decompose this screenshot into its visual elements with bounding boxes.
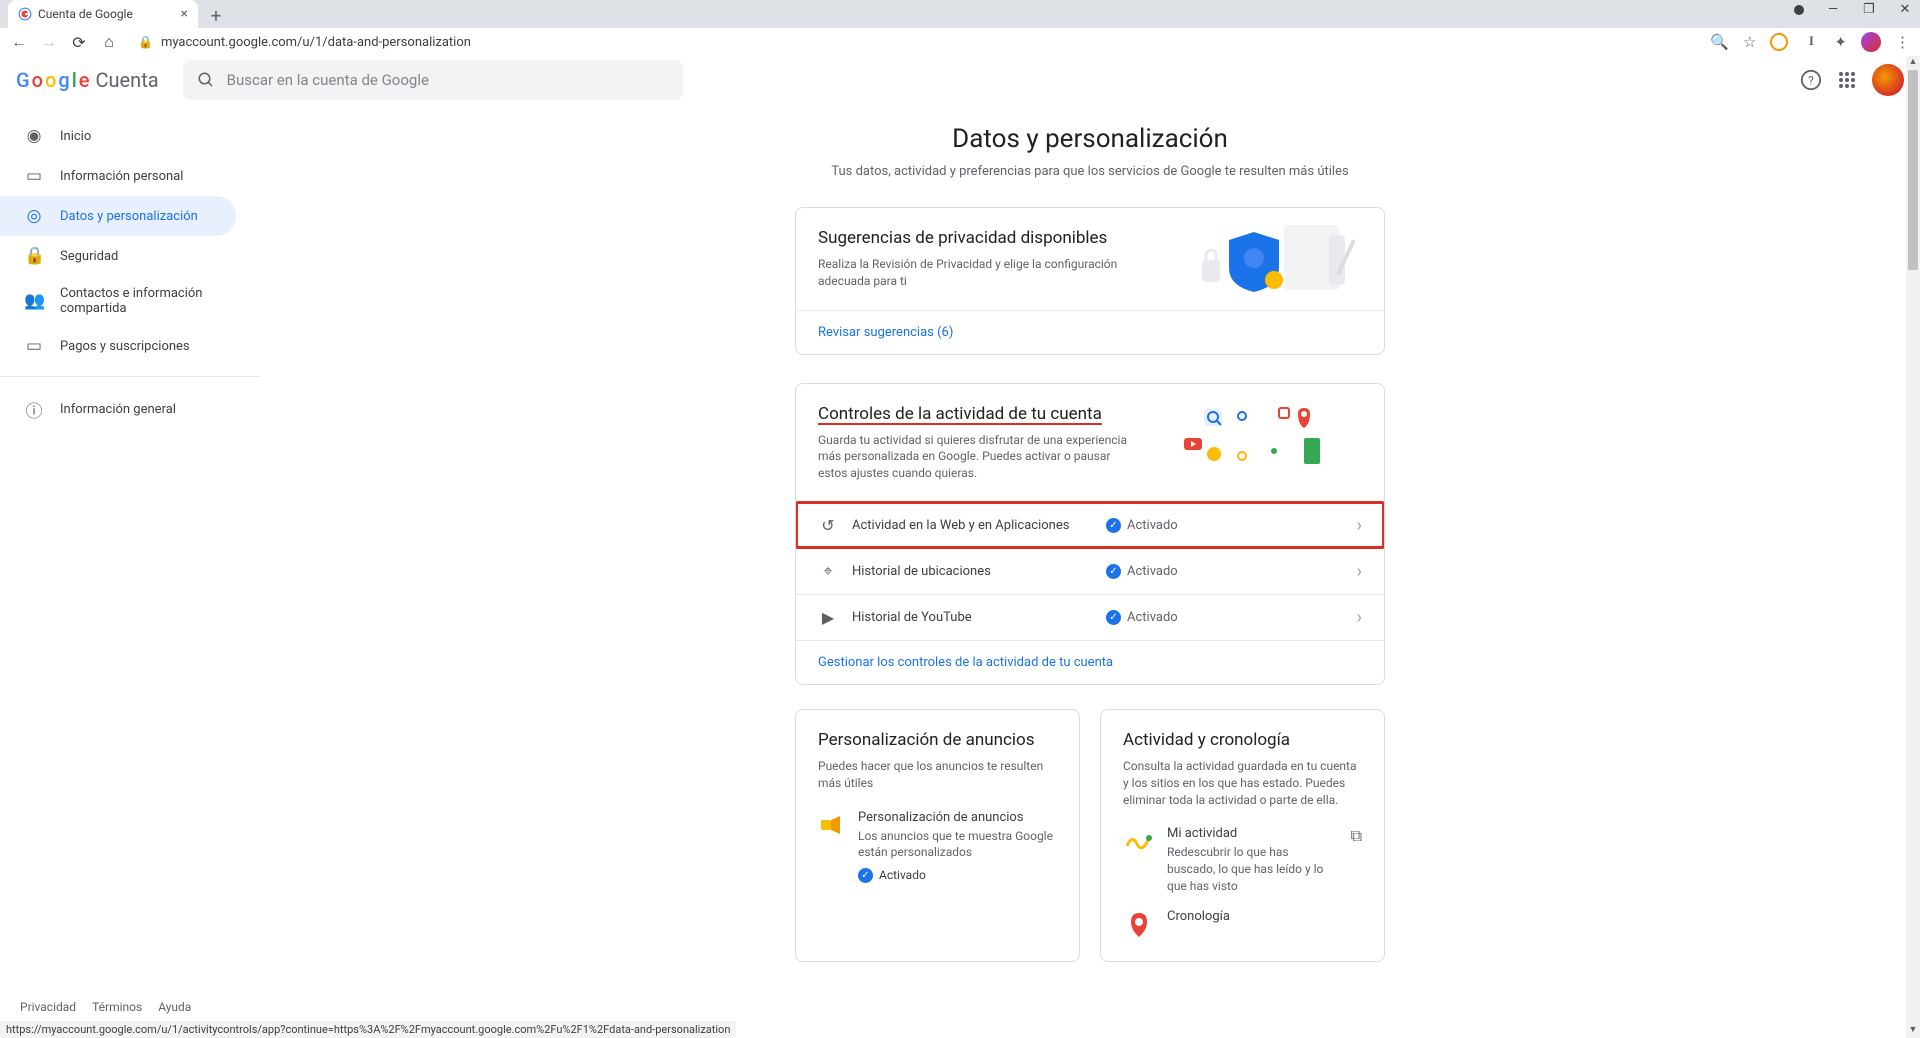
history-icon: ↺ <box>818 516 838 535</box>
svg-text:?: ? <box>1808 73 1814 87</box>
youtube-history-row[interactable]: ▶ Historial de YouTube ✓ Activado › <box>796 594 1384 640</box>
toggle-icon: ◎ <box>24 206 44 226</box>
ads-item-row[interactable]: Personalización de anuncios Los anuncios… <box>818 810 1057 884</box>
page-title: Datos y personalización <box>260 124 1920 154</box>
close-window-button[interactable]: ✕ <box>1894 2 1916 17</box>
back-button[interactable]: ← <box>10 32 28 52</box>
new-tab-button[interactable]: + <box>204 4 228 28</box>
web-app-activity-row[interactable]: ↺ Actividad en la Web y en Aplicaciones … <box>796 502 1384 548</box>
lock-icon: 🔒 <box>138 35 153 49</box>
main-content: Datos y personalización Tus datos, activ… <box>260 104 1920 1038</box>
window-controls: — ❐ ✕ <box>1794 2 1916 17</box>
forward-button[interactable]: → <box>40 32 58 52</box>
search-icon <box>197 71 215 89</box>
timeline-row[interactable]: Cronología <box>1123 909 1362 941</box>
home-button[interactable]: ⌂ <box>100 32 118 52</box>
activity-card-desc: Guarda tu actividad si quieres disfrutar… <box>818 432 1138 482</box>
help-link[interactable]: Ayuda <box>158 1000 191 1014</box>
search-placeholder: Buscar en la cuenta de Google <box>227 71 429 89</box>
sidebar-nav: ◉ Inicio ▭ Información personal ◎ Datos … <box>0 104 260 1038</box>
maximize-button[interactable]: ❐ <box>1858 2 1880 17</box>
activity-icons-illustration <box>1184 396 1364 476</box>
extension-1-icon[interactable] <box>1770 33 1788 51</box>
map-pin-icon <box>1123 909 1155 941</box>
review-suggestions-link[interactable]: Revisar sugerencias (6) <box>796 310 1384 354</box>
info-icon: ⓘ <box>24 397 44 422</box>
location-history-row[interactable]: ⌖ Historial de ubicaciones ✓ Activado › <box>796 548 1384 594</box>
scroll-thumb[interactable] <box>1908 70 1918 270</box>
card-icon: ▭ <box>24 336 44 356</box>
terms-link[interactable]: Términos <box>92 1000 142 1014</box>
activity-wave-icon <box>1123 826 1155 858</box>
timeline-card-desc: Consulta la actividad guardada en tu cue… <box>1123 758 1362 808</box>
apps-grid-icon[interactable] <box>1838 71 1856 89</box>
address-bar[interactable]: 🔒 myaccount.google.com/u/1/data-and-pers… <box>130 35 1698 50</box>
nav-home[interactable]: ◉ Inicio <box>0 116 260 156</box>
browser-status-bar: https://myaccount.google.com/u/1/activit… <box>0 1021 736 1038</box>
reload-button[interactable]: ⟳ <box>70 33 88 52</box>
scroll-down-button[interactable]: ▼ <box>1906 1024 1920 1038</box>
ads-card-title: Personalización de anuncios <box>818 730 1057 750</box>
nav-about[interactable]: ⓘ Información general <box>0 387 260 432</box>
check-icon: ✓ <box>1106 518 1121 533</box>
location-pin-icon: ⌖ <box>818 561 838 581</box>
lock-icon: 🔒 <box>24 246 44 266</box>
tab-close-icon[interactable]: × <box>181 6 188 22</box>
chevron-right-icon: › <box>1357 561 1362 582</box>
nav-people-sharing[interactable]: 👥 Contactos e información compartida <box>0 276 260 326</box>
privacy-card-desc: Realiza la Revisión de Privacidad y elig… <box>818 256 1138 290</box>
chevron-right-icon: › <box>1357 515 1362 536</box>
megaphone-icon <box>818 810 846 842</box>
ad-personalization-card: Personalización de anuncios Puedes hacer… <box>795 709 1080 962</box>
my-activity-row[interactable]: Mi actividad Redescubrir lo que has busc… <box>1123 826 1362 894</box>
google-account-logo[interactable]: Google Cuenta <box>16 68 159 92</box>
activity-timeline-card: Actividad y cronología Consulta la activ… <box>1100 709 1385 962</box>
extension-2-icon[interactable]: I <box>1802 33 1820 51</box>
ads-card-desc: Puedes hacer que los anuncios te resulte… <box>818 758 1057 792</box>
extensions-icon[interactable]: ✦ <box>1834 33 1847 51</box>
page-subtitle: Tus datos, actividad y preferencias para… <box>260 164 1920 179</box>
tab-title: Cuenta de Google <box>38 7 175 21</box>
scroll-up-button[interactable]: ▲ <box>1906 56 1920 70</box>
people-icon: 👥 <box>24 291 44 311</box>
search-input[interactable]: Buscar en la cuenta de Google <box>183 60 683 100</box>
browser-chrome: Cuenta de Google × + — ❐ ✕ ← → ⟳ ⌂ 🔒 mya… <box>0 0 1920 56</box>
check-icon: ✓ <box>1106 610 1121 625</box>
page-zoom-icon[interactable]: 🔍 <box>1710 33 1729 51</box>
activity-controls-card: Controles de la actividad de tu cuenta G… <box>795 383 1385 685</box>
app-header: Google Cuenta Buscar en la cuenta de Goo… <box>0 56 1920 104</box>
page-scrollbar[interactable]: ▲ ▼ <box>1906 56 1920 1038</box>
youtube-icon: ▶ <box>818 608 838 627</box>
bookmark-icon[interactable]: ☆ <box>1743 33 1756 51</box>
browser-tab[interactable]: Cuenta de Google × <box>8 0 198 28</box>
id-card-icon: ▭ <box>24 166 44 186</box>
privacy-link[interactable]: Privacidad <box>20 1000 76 1014</box>
profile-avatar-icon[interactable] <box>1861 32 1881 52</box>
url-text: myaccount.google.com/u/1/data-and-person… <box>161 35 471 50</box>
nav-personal-info[interactable]: ▭ Información personal <box>0 156 260 196</box>
check-icon: ✓ <box>1106 564 1121 579</box>
open-external-icon: ⧉ <box>1351 826 1362 846</box>
check-icon: ✓ <box>858 868 873 883</box>
nav-security[interactable]: 🔒 Seguridad <box>0 236 260 276</box>
privacy-shield-illustration <box>1184 220 1364 300</box>
minimize-button[interactable]: — <box>1822 2 1844 17</box>
chevron-right-icon: › <box>1357 607 1362 628</box>
nav-data-personalization[interactable]: ◎ Datos y personalización <box>0 196 236 236</box>
google-favicon-icon <box>18 7 32 21</box>
footer-links: Privacidad Términos Ayuda <box>20 1000 191 1014</box>
privacy-suggestions-card: Sugerencias de privacidad disponibles Re… <box>795 207 1385 355</box>
help-icon[interactable]: ? <box>1800 69 1822 91</box>
browser-menu-icon[interactable]: ⋮ <box>1895 33 1910 51</box>
nav-payments[interactable]: ▭ Pagos y suscripciones <box>0 326 260 366</box>
manage-activity-link[interactable]: Gestionar los controles de la actividad … <box>796 640 1384 684</box>
record-icon[interactable] <box>1794 5 1804 15</box>
account-avatar[interactable] <box>1872 64 1904 96</box>
timeline-card-title: Actividad y cronología <box>1123 730 1362 750</box>
nav-separator <box>0 376 260 377</box>
user-circle-icon: ◉ <box>24 126 44 146</box>
